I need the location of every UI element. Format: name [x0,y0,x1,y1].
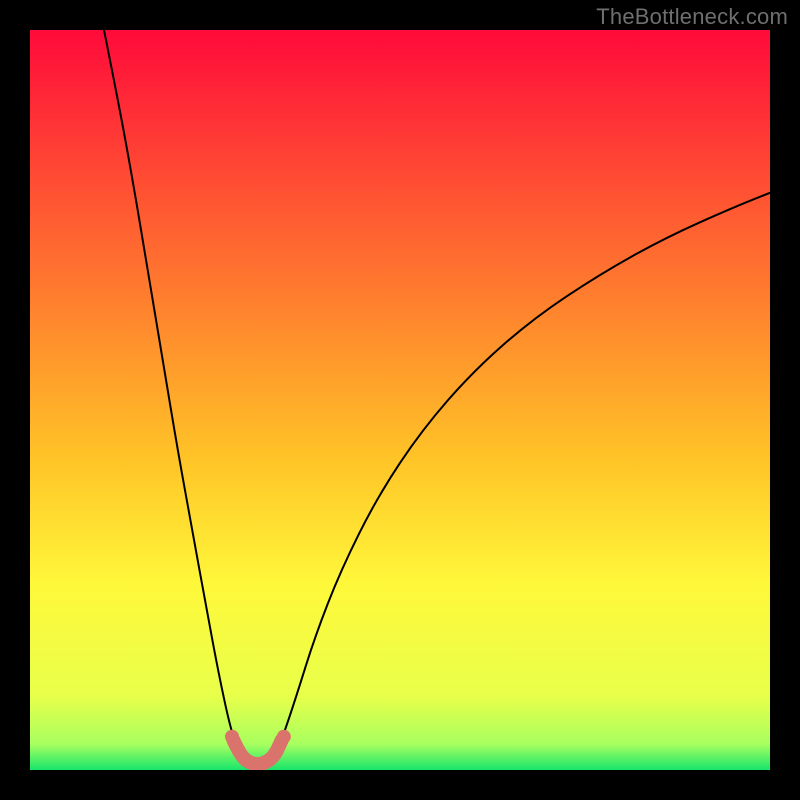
watermark-text: TheBottleneck.com [596,4,788,30]
plot-area [30,30,770,770]
gradient-background [30,30,770,770]
chart-canvas [30,30,770,770]
chart-frame: TheBottleneck.com [0,0,800,800]
valley-dot-0 [225,730,239,744]
valley-dot-1 [277,730,291,744]
